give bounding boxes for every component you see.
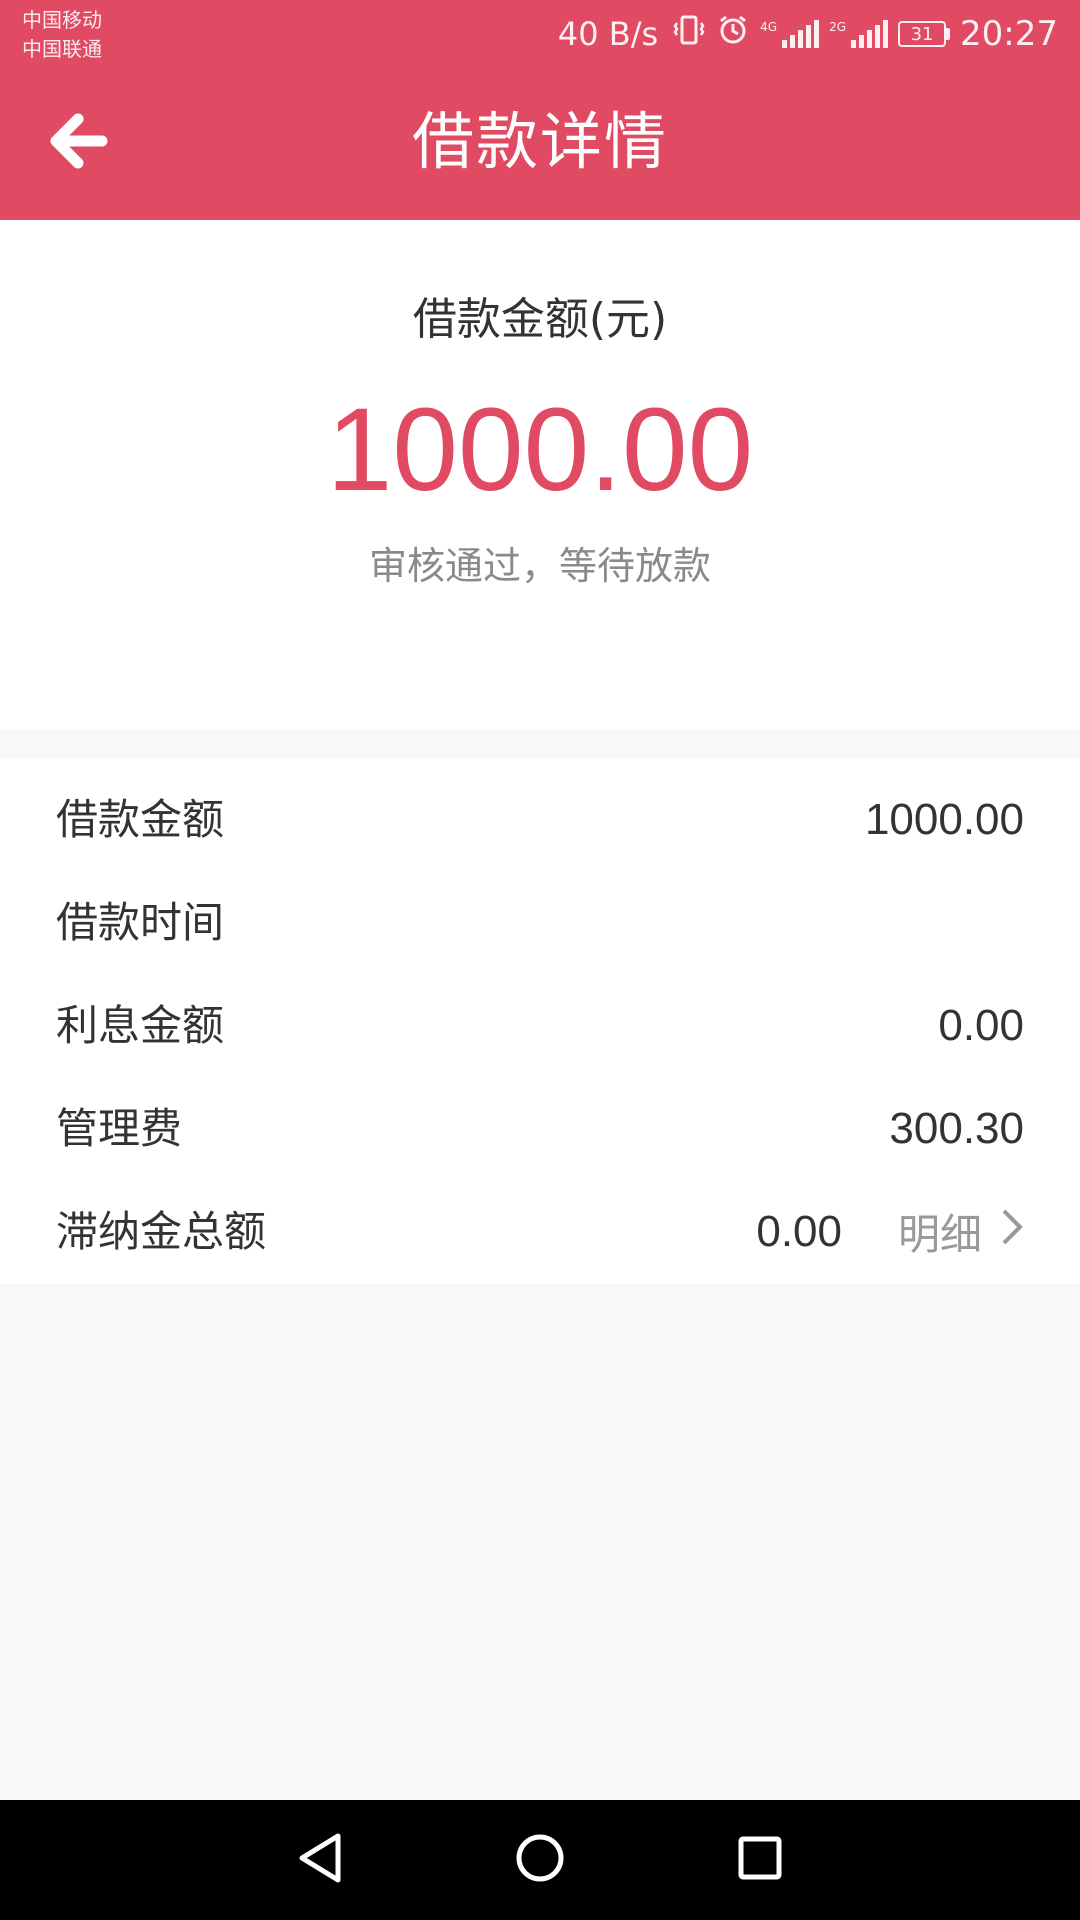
home-circle-icon — [514, 1832, 566, 1888]
summary-amount: 1000.00 — [326, 384, 754, 516]
clock: 20:27 — [960, 14, 1058, 54]
page-title: 借款详情 — [411, 105, 668, 178]
system-nav-bar — [0, 1800, 1080, 1920]
detail-row-loan-amount: 借款金额 1000.00 — [0, 768, 1080, 871]
signal-4g-icon: 4G — [760, 20, 820, 48]
recents-square-icon — [736, 1834, 784, 1886]
row-label: 借款时间 — [56, 898, 225, 947]
summary-label: 借款金额(元) — [412, 294, 668, 345]
detail-row-management-fee: 管理费 300.30 — [0, 1077, 1080, 1180]
late-fee-detail-link[interactable]: 明细 — [898, 1180, 1024, 1283]
detail-row-loan-time: 借款时间 — [0, 871, 1080, 974]
net-speed: 40 B/s — [557, 15, 659, 53]
vibrate-icon — [672, 13, 706, 56]
network-type-1: 4G — [760, 20, 778, 34]
status-bar: 中国移动 中国联通 40 B/s 4G 2G 31 20:27 — [0, 0, 1080, 70]
network-type-2: 2G — [829, 20, 847, 34]
row-value: 0.00 — [756, 1207, 842, 1256]
carrier-2: 中国联通 — [22, 37, 102, 61]
chevron-right-icon — [1000, 1207, 1024, 1257]
battery-level: 31 — [898, 21, 947, 47]
nav-home-button[interactable] — [510, 1830, 570, 1890]
row-label: 借款金额 — [56, 795, 225, 844]
alarm-icon — [716, 13, 750, 56]
row-value: 0.00 — [938, 1001, 1024, 1050]
detail-row-interest: 利息金额 0.00 — [0, 974, 1080, 1077]
loan-details: 借款金额 1000.00 借款时间 利息金额 0.00 管理费 300.30 滞… — [0, 758, 1080, 1284]
carrier-1: 中国移动 — [22, 8, 102, 32]
detail-link-label: 明细 — [897, 1210, 982, 1259]
loan-summary: 借款金额(元) 1000.00 审核通过，等待放款 — [0, 220, 1080, 730]
row-label: 管理费 — [56, 1104, 183, 1153]
loan-status: 审核通过，等待放款 — [368, 544, 711, 588]
carrier-names: 中国移动 中国联通 — [22, 6, 102, 64]
row-value: 300.30 — [889, 1104, 1024, 1153]
detail-row-late-fee: 滞纳金总额 0.00 明细 — [0, 1180, 1080, 1283]
row-label: 利息金额 — [56, 1001, 225, 1050]
app-header: 借款详情 — [0, 70, 1080, 220]
nav-back-button[interactable] — [290, 1830, 350, 1890]
signal-2g-icon: 2G — [829, 20, 889, 48]
battery-icon: 31 — [898, 21, 951, 47]
row-value: 1000.00 — [864, 795, 1024, 844]
status-icons: 40 B/s 4G 2G 31 20:27 — [558, 12, 1058, 56]
back-triangle-icon — [296, 1832, 344, 1888]
row-label: 滞纳金总额 — [56, 1207, 267, 1256]
nav-recents-button[interactable] — [730, 1830, 790, 1890]
